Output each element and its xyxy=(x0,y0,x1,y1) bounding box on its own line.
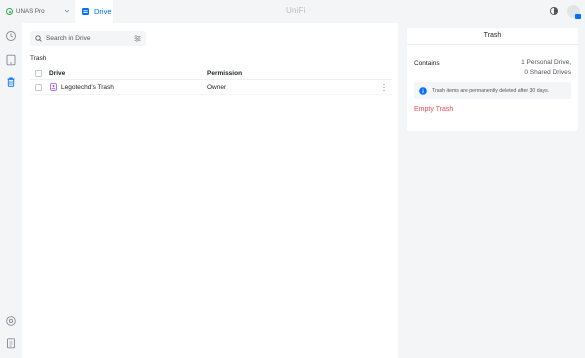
row-checkbox[interactable] xyxy=(35,83,42,91)
top-bar: UNAS Pro Drive UniFi xyxy=(0,0,585,23)
settings-icon[interactable] xyxy=(5,315,17,327)
table-header: Drive Permission xyxy=(30,67,392,80)
device-status-icon xyxy=(6,8,13,15)
main-content: Trash Drive Permission Legotechd's Trash… xyxy=(22,23,398,358)
restore-clock-icon[interactable] xyxy=(5,30,17,42)
trash-details-panel: Trash Contains 1 Personal Drive, 0 Share… xyxy=(407,28,578,131)
device-name: UNAS Pro xyxy=(16,8,45,15)
filter-icon[interactable] xyxy=(134,35,141,42)
chevron-down-icon xyxy=(64,9,70,13)
select-all-checkbox[interactable] xyxy=(35,69,42,77)
contains-label: Contains xyxy=(414,60,440,67)
contains-shared-count: 0 Shared Drives xyxy=(524,69,571,76)
device-switcher[interactable]: UNAS Pro xyxy=(6,4,70,19)
theme-toggle-icon[interactable] xyxy=(549,6,559,16)
trash-icon[interactable] xyxy=(5,76,17,88)
device-badge-icon xyxy=(575,14,581,19)
permission-cell: Owner xyxy=(207,83,227,91)
user-avatar[interactable] xyxy=(567,5,581,19)
drive-app-icon xyxy=(82,8,89,15)
drives-table: Drive Permission Legotechd's Trash Owner xyxy=(30,67,392,95)
search-icon xyxy=(35,35,42,42)
unifi-logo: UniFi xyxy=(286,6,306,15)
left-rail xyxy=(0,23,22,358)
more-options-icon[interactable] xyxy=(382,83,386,92)
column-header-permission[interactable]: Permission xyxy=(207,70,242,77)
info-text: Trash items are permanently deleted afte… xyxy=(432,87,550,94)
personal-drive-icon xyxy=(50,83,57,91)
info-icon xyxy=(419,86,427,95)
search-input[interactable] xyxy=(46,35,126,42)
divider xyxy=(407,44,578,45)
drive-name: Legotechd's Trash xyxy=(61,83,114,91)
clipboard-icon[interactable] xyxy=(5,337,17,349)
search-box xyxy=(30,31,146,46)
page-title: Trash xyxy=(30,55,47,62)
tablet-icon[interactable] xyxy=(5,54,17,66)
tab-drive-label: Drive xyxy=(94,7,112,16)
drive-cell: Legotechd's Trash xyxy=(50,83,114,91)
tab-drive[interactable]: Drive xyxy=(75,0,113,23)
table-row[interactable]: Legotechd's Trash Owner xyxy=(30,80,392,95)
panel-title: Trash xyxy=(483,32,502,39)
empty-trash-button[interactable]: Empty Trash xyxy=(414,106,453,113)
contains-personal-count: 1 Personal Drive, xyxy=(521,59,571,66)
column-header-drive[interactable]: Drive xyxy=(49,70,65,77)
info-banner: Trash items are permanently deleted afte… xyxy=(414,82,571,99)
